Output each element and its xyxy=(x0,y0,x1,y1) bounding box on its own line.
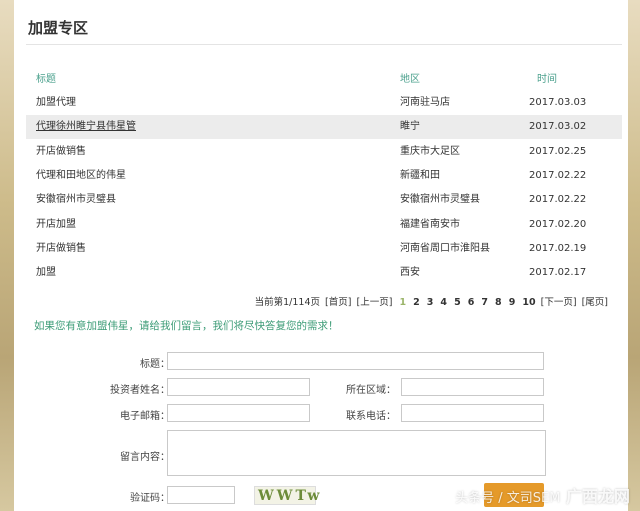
row-time: 2017.02.19 xyxy=(529,243,587,254)
area-label: 所在区域： xyxy=(346,385,396,396)
pager-status: 当前第1/114页 xyxy=(254,297,321,308)
watermark-brand: 广西龙网 xyxy=(565,487,630,506)
row-region: 河南省周口市淮阳县 xyxy=(400,243,490,254)
pager-first[interactable]: [首页] xyxy=(325,297,351,308)
header-title: 标题 xyxy=(36,74,56,85)
table-row[interactable]: 开店做销售 河南省周口市淮阳县 2017.02.19 xyxy=(26,237,622,261)
table-row[interactable]: 加盟代理 河南驻马店 2017.03.03 xyxy=(26,91,622,115)
table-row[interactable]: 代理和田地区的伟星 新疆和田 2017.02.22 xyxy=(26,164,622,188)
watermark-source: 头条号 xyxy=(455,491,495,506)
pager-last[interactable]: [尾页] xyxy=(582,297,608,308)
section-title: 加盟专区 xyxy=(28,19,89,37)
captcha-image[interactable]: WWTw xyxy=(254,486,319,505)
row-title-link[interactable]: 开店做销售 xyxy=(36,237,86,261)
row-region: 重庆市大足区 xyxy=(400,146,460,157)
title-divider xyxy=(26,44,622,45)
pager-page-4[interactable]: 4 xyxy=(440,297,447,308)
header-time: 时间 xyxy=(537,74,557,85)
header-region: 地区 xyxy=(400,74,420,85)
captcha-input[interactable] xyxy=(167,486,235,504)
pager-page-3[interactable]: 3 xyxy=(427,297,434,308)
row-region: 安徽宿州市灵璧县 xyxy=(400,194,480,205)
email-input[interactable] xyxy=(167,404,310,422)
row-title-link[interactable]: 安徽宿州市灵璧县 xyxy=(36,188,116,212)
investor-name-input[interactable] xyxy=(167,378,310,396)
pager-page-2[interactable]: 2 xyxy=(413,297,420,308)
pager-page-10[interactable]: 10 xyxy=(522,297,535,308)
pager-next[interactable]: [下一页] xyxy=(541,297,577,308)
pager-page-6[interactable]: 6 xyxy=(468,297,475,308)
row-region: 福建省南安市 xyxy=(400,219,460,230)
pagination: 当前第1/114页 [首页] [上一页] 1 2 3 4 5 6 7 8 9 1… xyxy=(253,294,608,308)
watermark: 头条号 / 文司SEM 广西龙网 xyxy=(455,483,630,507)
table-row[interactable]: 安徽宿州市灵璧县 安徽宿州市灵璧县 2017.02.22 xyxy=(26,188,622,212)
row-time: 2017.02.22 xyxy=(529,170,587,181)
phone-label: 联系电话： xyxy=(346,411,396,422)
row-time: 2017.03.02 xyxy=(529,121,587,132)
row-title-link[interactable]: 开店加盟 xyxy=(36,213,76,237)
row-time: 2017.02.22 xyxy=(529,194,587,205)
title-label: 标题： xyxy=(140,359,170,370)
table-header: 标题 地区 时间 xyxy=(36,70,616,85)
row-region: 河南驻马店 xyxy=(400,97,450,108)
message-label: 留言内容： xyxy=(120,452,170,463)
pager-page-8[interactable]: 8 xyxy=(495,297,502,308)
join-notice: 如果您有意加盟伟星，请给我们留言，我们将尽快答复您的需求！ xyxy=(34,320,339,332)
row-region: 西安 xyxy=(400,267,420,278)
row-title-link[interactable]: 加盟代理 xyxy=(36,91,76,115)
row-title-link[interactable]: 开店做销售 xyxy=(36,140,86,164)
table-row[interactable]: 开店加盟 福建省南安市 2017.02.20 xyxy=(26,213,622,237)
investor-name-label: 投资者姓名： xyxy=(110,385,170,396)
pager-page-5[interactable]: 5 xyxy=(454,297,461,308)
row-title-link[interactable]: 代理和田地区的伟星 xyxy=(36,164,126,188)
row-region: 新疆和田 xyxy=(400,170,440,181)
pager-page-7[interactable]: 7 xyxy=(481,297,488,308)
row-title-link[interactable]: 加盟 xyxy=(36,261,56,285)
row-time: 2017.02.25 xyxy=(529,146,587,157)
area-input[interactable] xyxy=(401,378,544,396)
pager-prev[interactable]: [上一页] xyxy=(357,297,393,308)
table-row[interactable]: 开店做销售 重庆市大足区 2017.02.25 xyxy=(26,140,622,164)
table-row[interactable]: 代理徐州睢宁县伟星管 睢宁 2017.03.02 xyxy=(26,115,622,139)
content-panel: 加盟专区 标题 地区 时间 加盟代理 河南驻马店 2017.03.03 代理徐州… xyxy=(14,0,628,511)
watermark-author: / 文司SEM xyxy=(494,491,561,506)
pager-page-1[interactable]: 1 xyxy=(399,297,406,308)
pager-page-9[interactable]: 9 xyxy=(509,297,516,308)
row-time: 2017.02.17 xyxy=(529,267,587,278)
email-label: 电子邮箱： xyxy=(120,411,170,422)
row-time: 2017.03.03 xyxy=(529,97,587,108)
captcha-label: 验证码： xyxy=(130,493,170,504)
row-title-link[interactable]: 代理徐州睢宁县伟星管 xyxy=(36,115,136,139)
row-region: 睢宁 xyxy=(400,121,420,132)
phone-input[interactable] xyxy=(401,404,544,422)
row-time: 2017.02.20 xyxy=(529,219,587,230)
table-row[interactable]: 加盟 西安 2017.02.17 xyxy=(26,261,622,285)
message-textarea[interactable] xyxy=(167,430,546,476)
title-input[interactable] xyxy=(167,352,544,370)
